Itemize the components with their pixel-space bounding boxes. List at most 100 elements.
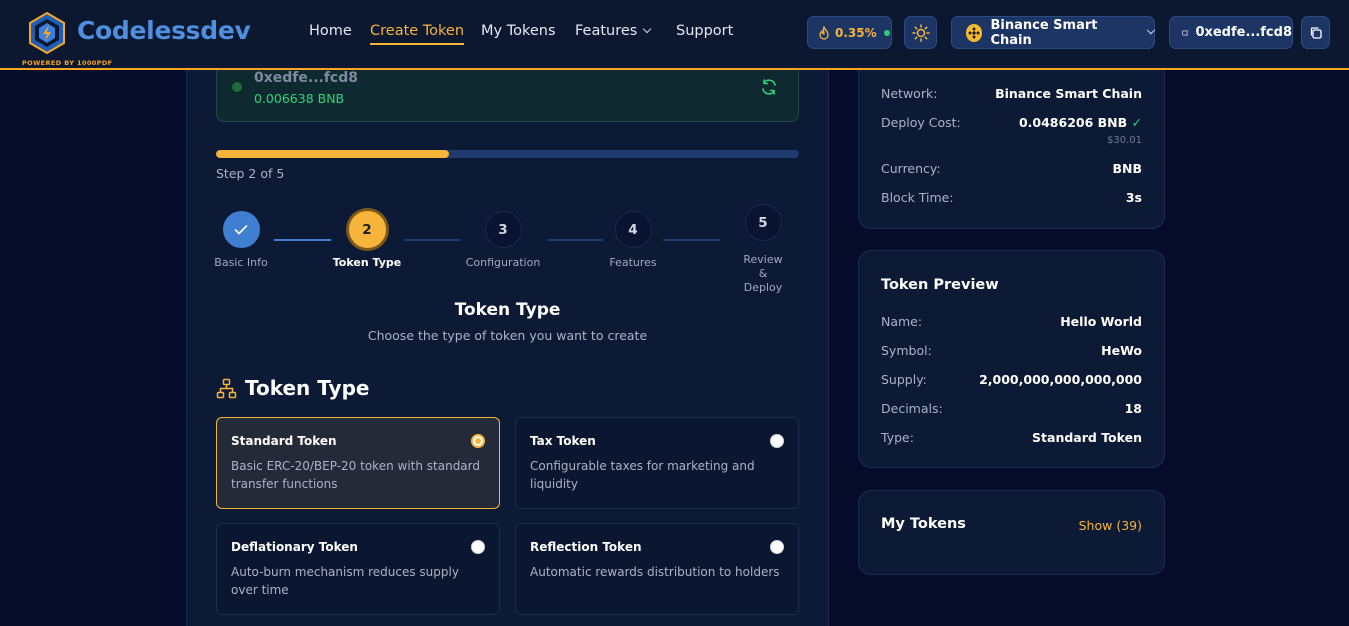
progress-fill xyxy=(216,150,450,158)
network-selector[interactable]: Binance Smart Chain xyxy=(951,16,1156,49)
step-label: Configuration xyxy=(465,256,541,269)
copy-address-button[interactable] xyxy=(1301,16,1330,49)
step-complete-icon xyxy=(222,211,260,248)
section-subtitle: Choose the type of token you want to cre… xyxy=(367,328,648,343)
step-label: Review & Deploy xyxy=(743,253,783,294)
preview-supply-value: 2,000,000,000,000,000 xyxy=(979,372,1142,387)
copy-icon xyxy=(1310,26,1322,39)
option-description: Configurable taxes for marketing and liq… xyxy=(530,459,755,491)
step-number: 5 xyxy=(744,204,782,241)
chevron-down-icon xyxy=(1147,25,1156,34)
network-name: Binance Smart Chain xyxy=(990,17,1098,48)
option-title: Tax Token xyxy=(530,434,596,448)
theme-toggle-button[interactable] xyxy=(904,16,937,49)
wallet-button[interactable]: 0xedfe...fcd8 xyxy=(1169,16,1293,49)
network-row: Network: Binance Smart Chain xyxy=(881,86,1142,101)
step-review-deploy[interactable]: 5 Review & Deploy xyxy=(718,204,808,295)
nav-support[interactable]: Support xyxy=(676,23,733,39)
option-reflection-token[interactable]: Reflection Token Automatic rewards distr… xyxy=(515,523,799,615)
preview-symbol-label: Symbol: xyxy=(881,343,932,358)
step-features[interactable]: 4 Features xyxy=(588,211,678,270)
step-token-type[interactable]: 2 Token Type xyxy=(322,211,412,270)
step-label: Basic Info xyxy=(214,256,268,269)
deploy-cost-usd-row: $30.01 xyxy=(881,135,1142,146)
wallet-card-address: 0xedfe...fcd8 xyxy=(254,70,358,86)
network-label: Network: xyxy=(881,86,938,101)
status-dot xyxy=(883,29,890,36)
step-counter: Step 2 of 5 xyxy=(216,166,285,181)
block-time-value: 3s xyxy=(1125,190,1142,205)
option-standard-token[interactable]: Standard Token Basic ERC-20/BEP-20 token… xyxy=(216,417,500,509)
currency-label: Currency: xyxy=(881,161,941,176)
preview-name-value: Hello World xyxy=(1060,314,1142,329)
token-preview-title: Token Preview xyxy=(881,277,999,293)
deploy-cost-label: Deploy Cost: xyxy=(881,115,961,130)
wallet-address: 0xedfe...fcd8 xyxy=(1195,25,1292,40)
step-progress-bar xyxy=(216,150,799,158)
my-tokens-panel: My Tokens Show (39) xyxy=(858,490,1165,575)
nav-my-tokens[interactable]: My Tokens xyxy=(481,23,556,39)
option-title: Reflection Token xyxy=(530,540,642,554)
preview-symbol-value: HeWo xyxy=(1101,343,1142,358)
nav-features-label: Features xyxy=(575,23,638,39)
section-title: Token Type xyxy=(454,300,561,320)
top-navbar: Codelessdev POWERED BY 1000PDF Home Crea… xyxy=(0,0,1349,70)
deploy-cost-row: Deploy Cost: 0.0486206 BNB ✓ xyxy=(881,115,1142,130)
option-description: Automatic rewards distribution to holder… xyxy=(530,565,780,579)
currency-value: BNB xyxy=(1112,161,1142,176)
nav-features[interactable]: Features xyxy=(575,23,652,39)
wallet-icon xyxy=(1182,30,1189,35)
powered-by-label: POWERED BY 1000PDF xyxy=(22,59,113,67)
step-configuration[interactable]: 3 Configuration xyxy=(458,211,548,270)
step-label: Features xyxy=(609,256,657,269)
codelessdev-logo-icon[interactable] xyxy=(28,12,66,54)
show-tokens-link[interactable]: Show (39) xyxy=(1079,518,1142,533)
token-type-heading: Token Type xyxy=(216,376,369,400)
radio-button[interactable] xyxy=(471,434,485,448)
preview-supply-label: Supply: xyxy=(881,372,927,387)
radio-button[interactable] xyxy=(471,540,485,554)
check-icon: ✓ xyxy=(1131,115,1142,130)
wallet-card-balance: 0.006638 BNB xyxy=(254,91,345,106)
connection-status-dot xyxy=(232,82,242,92)
nav-home[interactable]: Home xyxy=(309,23,352,39)
block-time-row: Block Time: 3s xyxy=(881,190,1142,205)
preview-name-row: Name: Hello World xyxy=(881,314,1142,329)
brand-name[interactable]: Codelessdev xyxy=(77,16,251,45)
radio-button[interactable] xyxy=(770,434,784,448)
preview-supply-row: Supply: 2,000,000,000,000,000 xyxy=(881,372,1142,387)
radio-button[interactable] xyxy=(770,540,784,554)
option-description: Basic ERC-20/BEP-20 token with standard … xyxy=(231,459,480,491)
gas-indicator[interactable]: 0.35% xyxy=(807,16,892,49)
bnb-icon xyxy=(966,23,983,42)
step-basic-info[interactable]: Basic Info xyxy=(196,211,286,270)
chevron-down-icon xyxy=(643,24,652,34)
option-deflationary-token[interactable]: Deflationary Token Auto-burn mechanism r… xyxy=(216,523,500,615)
step-number: 4 xyxy=(614,211,652,248)
preview-type-value: Standard Token xyxy=(1032,430,1142,445)
flame-icon xyxy=(819,25,829,40)
preview-decimals-row: Decimals: 18 xyxy=(881,401,1142,416)
option-title: Deflationary Token xyxy=(231,540,358,554)
preview-symbol-row: Symbol: HeWo xyxy=(881,343,1142,358)
token-type-heading-text: Token Type xyxy=(245,376,370,400)
preview-decimals-value: 18 xyxy=(1124,401,1142,416)
step-connector xyxy=(404,239,461,241)
hierarchy-icon xyxy=(216,378,237,398)
option-description: Auto-burn mechanism reduces supply over … xyxy=(231,565,459,597)
preview-name-label: Name: xyxy=(881,314,923,329)
nav-create-token[interactable]: Create Token xyxy=(370,23,465,45)
preview-decimals-label: Decimals: xyxy=(881,401,943,416)
token-preview-panel: Token Preview Name: Hello World Symbol: … xyxy=(858,250,1165,468)
option-title: Standard Token xyxy=(231,434,337,448)
sun-icon xyxy=(911,23,930,42)
block-time-label: Block Time: xyxy=(881,190,954,205)
deploy-cost-value: 0.0486206 BNB xyxy=(1018,115,1128,130)
step-number: 2 xyxy=(348,211,386,248)
option-tax-token[interactable]: Tax Token Configurable taxes for marketi… xyxy=(515,417,799,509)
preview-type-label: Type: xyxy=(881,430,914,445)
deploy-cost-usd: $30.01 xyxy=(1107,135,1142,146)
refresh-icon[interactable] xyxy=(760,78,778,96)
network-value: Binance Smart Chain xyxy=(995,86,1142,101)
currency-row: Currency: BNB xyxy=(881,161,1142,176)
